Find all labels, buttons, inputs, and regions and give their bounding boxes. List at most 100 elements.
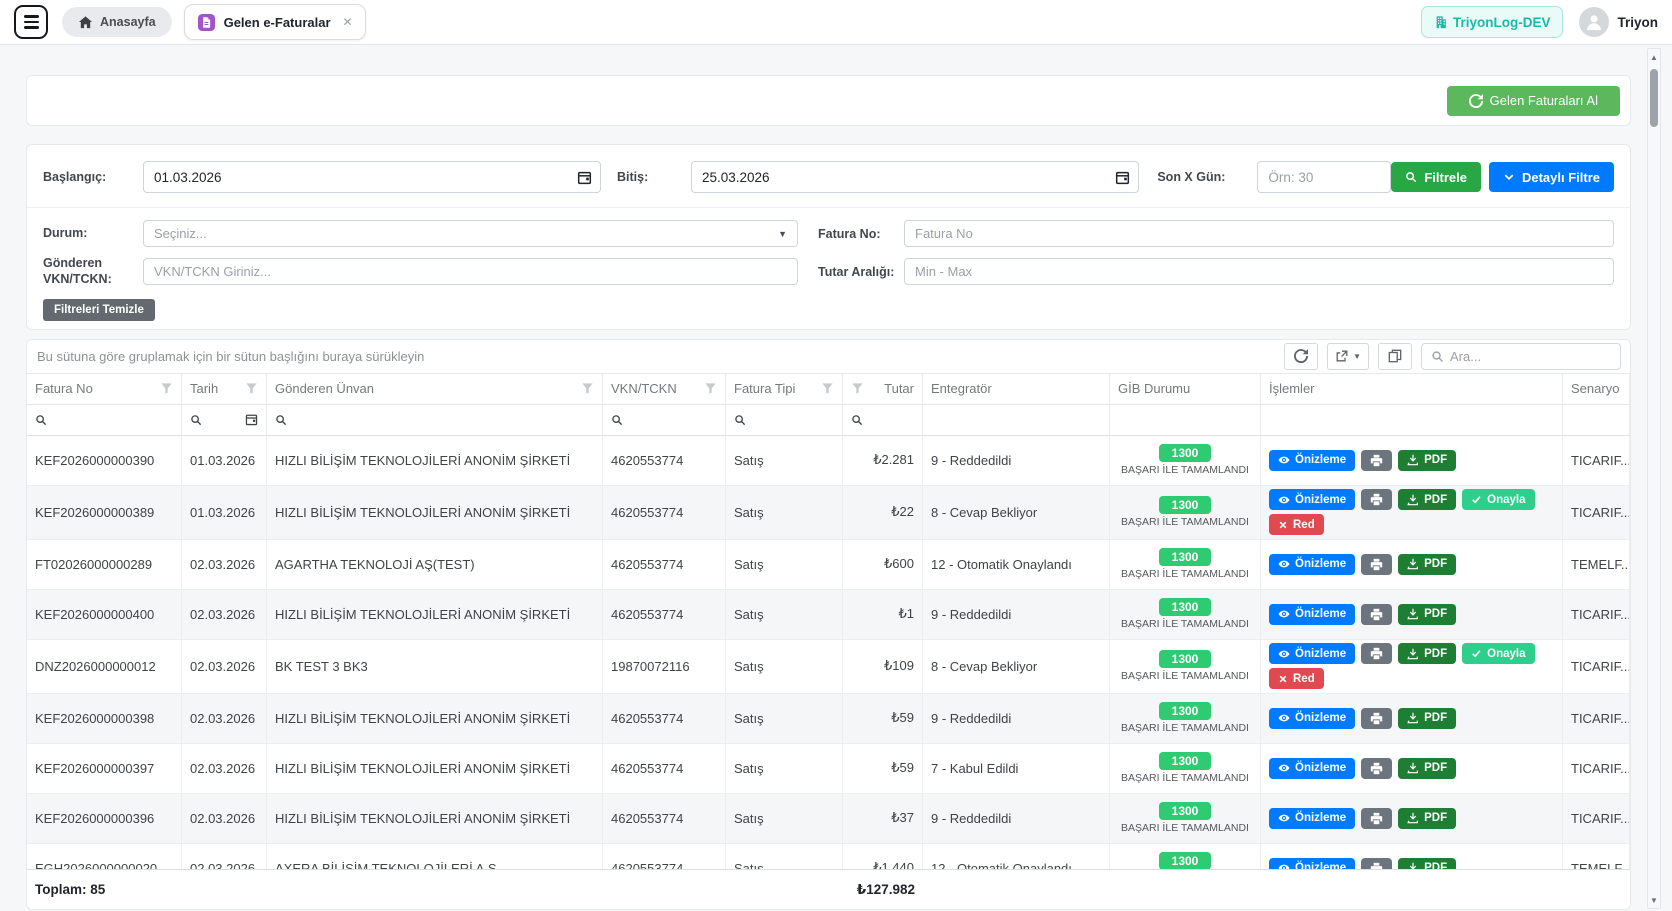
date-cell: 02.03.2026 [182,540,267,589]
col-header-gib-durumu[interactable]: GİB Durumu [1110,374,1261,404]
filter-funnel-icon[interactable] [245,382,258,395]
pdf-button[interactable]: PDF [1398,604,1456,625]
filter-cell-gib-durumu[interactable] [1110,405,1261,435]
col-header-vkn-tckn[interactable]: VKN/TCKN [603,374,726,404]
filter-cell-tarih[interactable] [182,405,267,435]
amount-range-input[interactable] [904,258,1614,285]
pdf-button[interactable]: PDF [1398,450,1456,471]
print-button[interactable] [1361,450,1392,471]
eye-icon [1278,648,1290,660]
reject-button[interactable]: Red [1269,514,1324,535]
pdf-button[interactable]: PDF [1398,808,1456,829]
vertical-scrollbar[interactable]: ▲ ▼ [1647,48,1661,909]
gib-status-cell: 1300BAŞARI İLE TAMAMLANDI [1110,486,1261,539]
pdf-button[interactable]: PDF [1398,758,1456,779]
print-button[interactable] [1361,808,1392,829]
download-icon [1407,608,1419,620]
preview-button[interactable]: Önizleme [1269,604,1355,625]
col-header-senaryo[interactable]: Senaryo [1563,374,1630,404]
filter-funnel-icon[interactable] [821,382,834,395]
integrator-cell: 8 - Cevap Bekliyor [923,486,1110,539]
filter-funnel-icon[interactable] [160,382,173,395]
vkn-cell: 4620553774 [603,844,726,870]
vkn-cell: 4620553774 [603,540,726,589]
preview-button[interactable]: Önizleme [1269,808,1355,829]
preview-button[interactable]: Önizleme [1269,708,1355,729]
filter-funnel-icon[interactable] [704,382,717,395]
grid-search-input[interactable] [1450,349,1611,364]
status-select[interactable]: Seçiniz... ▼ [143,220,798,247]
preview-button[interactable]: Önizleme [1269,450,1355,471]
filter-funnel-icon[interactable] [851,382,864,395]
col-header-tarih[interactable]: Tarih [182,374,267,404]
preview-button[interactable]: Önizleme [1269,758,1355,779]
filter-cell-senaryo[interactable] [1563,405,1630,435]
col-header-entegrator[interactable]: Entegratör [923,374,1110,404]
user-menu[interactable]: Triyon [1579,7,1658,37]
approve-button[interactable]: Onayla [1462,643,1534,664]
clear-filters-button[interactable]: Filtreleri Temizle [43,299,155,321]
col-header-gonderen-unvan[interactable]: Gönderen Ünvan [267,374,603,404]
invoice-no-cell: KEF2026000000397 [27,744,182,793]
preview-button[interactable]: Önizleme [1269,858,1355,870]
filter-cell-fatura-no[interactable] [27,405,182,435]
sender-vkn-input[interactable] [143,258,798,285]
col-header-fatura-tipi[interactable]: Fatura Tipi [726,374,843,404]
filter-cell-gonderen-unvan[interactable] [267,405,603,435]
tab-gelen-e-faturalar[interactable]: Gelen e-Faturalar ✕ [184,4,366,40]
col-header-islemler[interactable]: İşlemler [1261,374,1563,404]
tab-close-icon[interactable]: ✕ [343,15,353,29]
topbar: Anasayfa Gelen e-Faturalar ✕ TriyonLog-D… [0,0,1672,45]
tab-anasayfa[interactable]: Anasayfa [62,7,172,37]
filter-cell-vkn-tckn[interactable] [603,405,726,435]
last-x-days-input[interactable] [1257,161,1391,193]
filter-cell-tutar[interactable] [843,405,923,435]
start-date-input[interactable] [143,161,601,193]
print-button[interactable] [1361,858,1392,870]
table-row: KEF202600000039602.03.2026HIZLI BİLİŞİM … [27,794,1630,844]
scrollbar-thumb[interactable] [1650,69,1658,127]
preview-button[interactable]: Önizleme [1269,643,1355,664]
filter-cell-entegrator[interactable] [923,405,1110,435]
end-date-input[interactable] [691,161,1139,193]
print-button[interactable] [1361,708,1392,729]
grid-refresh-button[interactable] [1284,343,1318,370]
col-header-fatura-no[interactable]: Fatura No [27,374,182,404]
refresh-icon [1469,94,1483,108]
pdf-button[interactable]: PDF [1398,489,1456,510]
print-button[interactable] [1361,604,1392,625]
filter-funnel-icon[interactable] [581,382,594,395]
menu-button[interactable] [14,5,48,39]
preview-button[interactable]: Önizleme [1269,489,1355,510]
actions-cell: Önizleme PDF [1261,794,1563,843]
scenario-cell: TICARIF... [1563,640,1630,693]
column-chooser-button[interactable] [1378,343,1412,370]
table-row: KEF202600000038901.03.2026HIZLI BİLİŞİM … [27,486,1630,540]
calendar-icon[interactable] [245,413,258,426]
preview-button[interactable]: Önizleme [1269,554,1355,575]
pdf-button[interactable]: PDF [1398,708,1456,729]
col-header-tutar[interactable]: Tutar [843,374,923,404]
pdf-button[interactable]: PDF [1398,554,1456,575]
pdf-button[interactable]: PDF [1398,643,1456,664]
filter-button[interactable]: Filtrele [1391,162,1481,192]
filter-cell-fatura-tipi[interactable] [726,405,843,435]
print-button[interactable] [1361,489,1392,510]
print-button[interactable] [1361,643,1392,664]
date-cell: 02.03.2026 [182,794,267,843]
actions-cell: Önizleme PDF Onayla Red [1261,486,1563,539]
scroll-down-icon[interactable]: ▼ [1648,892,1660,908]
detailed-filter-button[interactable]: Detaylı Filtre [1489,162,1614,192]
pdf-button[interactable]: PDF [1398,858,1456,870]
approve-button[interactable]: Onayla [1462,489,1534,510]
fetch-invoices-button[interactable]: Gelen Faturaları Al [1447,86,1620,116]
export-button[interactable]: ▼ [1327,343,1369,370]
scroll-up-icon[interactable]: ▲ [1648,49,1660,65]
invoice-no-input[interactable] [904,220,1614,247]
caret-down-icon: ▼ [1353,352,1361,361]
reject-button[interactable]: Red [1269,668,1324,689]
invoice-no-cell: KEF2026000000390 [27,436,182,485]
environment-badge[interactable]: TriyonLog-DEV [1421,6,1564,38]
print-button[interactable] [1361,554,1392,575]
print-button[interactable] [1361,758,1392,779]
